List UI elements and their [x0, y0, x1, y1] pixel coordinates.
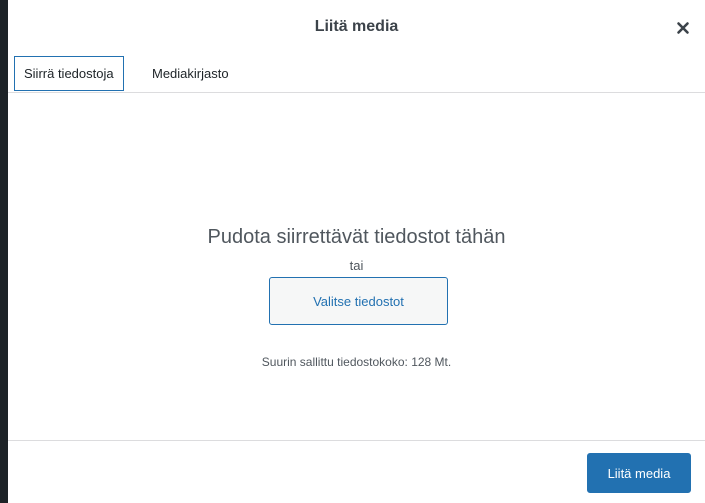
media-modal: Liitä media Siirrä tiedostoja Mediakirja…: [8, 0, 705, 503]
close-button[interactable]: [671, 16, 695, 40]
background-edge: [0, 0, 8, 503]
upload-drop-zone[interactable]: Pudota siirrettävät tiedostot tähän tai …: [8, 93, 705, 440]
tab-upload-files[interactable]: Siirrä tiedostoja: [14, 56, 124, 91]
modal-footer: Liitä media: [8, 440, 705, 503]
drop-instructions: Pudota siirrettävät tiedostot tähän: [207, 226, 506, 248]
max-file-size-note: Suurin sallittu tiedostokoko: 128 Mt.: [261, 355, 452, 369]
close-icon: [677, 22, 689, 34]
or-separator: tai: [349, 258, 364, 273]
modal-header: Liitä media: [8, 0, 705, 54]
screen: Liitä media Siirrä tiedostoja Mediakirja…: [0, 0, 705, 503]
select-files-button[interactable]: Valitse tiedostot: [269, 277, 448, 325]
modal-title: Liitä media: [314, 18, 399, 35]
tab-bar: Siirrä tiedostoja Mediakirjasto: [8, 56, 705, 93]
tab-media-library[interactable]: Mediakirjasto: [143, 56, 238, 91]
insert-media-button[interactable]: Liitä media: [587, 453, 691, 493]
